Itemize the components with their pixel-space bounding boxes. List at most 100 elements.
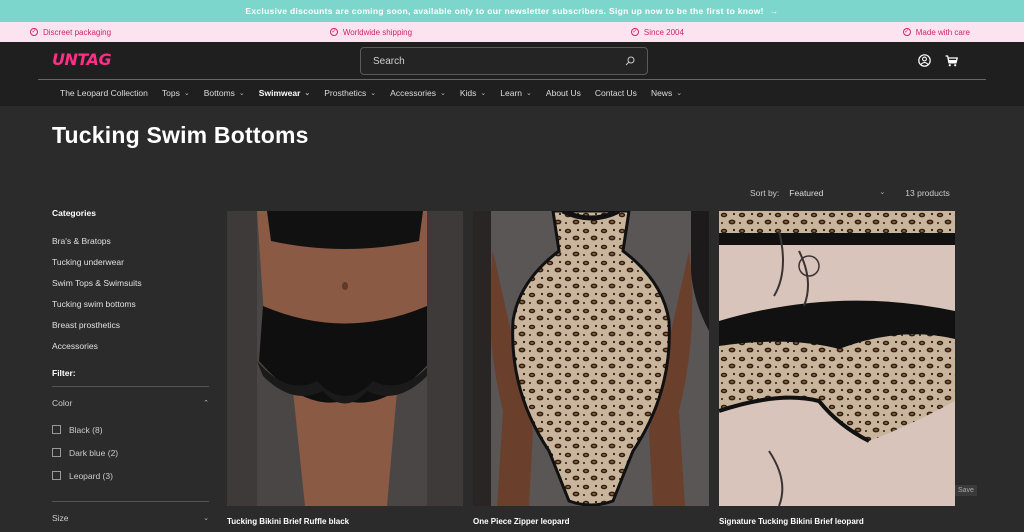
account-icon[interactable] [918,54,931,67]
nav-item-swimwear[interactable]: Swimwear ⌄ [259,88,310,98]
nav-item-label: Accessories [390,88,436,98]
chevron-down-icon: ⌄ [676,90,683,97]
nav-item-label: Tops [161,88,180,98]
product-card[interactable]: Tucking Bikini Brief Ruffle black [227,211,463,526]
chevron-down-icon: ⌄ [440,90,446,97]
chevron-down-icon: ⌄ [183,90,190,97]
site-header: UNTAG [0,42,1024,80]
product-grid: Tucking Bikini Brief Ruffle black One Pi… [227,211,955,526]
color-option[interactable]: Black (8) [52,418,209,441]
arrow-right-icon: → [769,6,779,16]
check-circle-icon: ✓ [902,28,911,36]
sort-label: Sort by: [750,188,780,198]
nav-item-learn[interactable]: Learn ⌄ [500,88,532,98]
nav-item-accessories[interactable]: Accessories ⌄ [390,88,446,98]
color-option-label: Dark blue (2) [69,447,119,458]
nav-item-label: News [650,88,673,98]
product-card[interactable]: Signature Tucking Bikini Brief leopard [719,211,955,526]
chevron-down-icon: ⌄ [879,189,886,196]
nav-item-bottoms[interactable]: Bottoms ⌄ [204,88,245,98]
chevron-down-icon: ⌄ [238,90,245,97]
product-photo-brief-leopard [719,211,955,506]
usp-bar: ✓ Discreet packaging ✓ Worldwide shipping … [0,22,1024,42]
sort-select[interactable]: Featured ⌄ [789,188,885,198]
usp-item: ✓ Worldwide shipping [329,27,413,37]
product-photo-ruffle [227,211,463,506]
usp-item: ✓ Since 2004 [630,27,684,37]
category-link[interactable]: Accessories [52,335,209,356]
nav-item-contact-us[interactable]: Contact Us [595,88,637,98]
chevron-down-icon: ⌄ [480,90,487,97]
color-option-label: Black (8) [69,424,103,435]
color-facet-title: Color [52,397,73,408]
nav-item-label: Bottoms [203,88,235,98]
announcement-bar[interactable]: Exclusive discounts are coming soon, ava… [0,0,1024,22]
chevron-down-icon: ⌄ [304,90,311,97]
checkbox[interactable] [52,471,61,480]
usp-label: Since 2004 [643,27,684,37]
product-title[interactable]: Signature Tucking Bikini Brief leopard [719,517,955,526]
search-box[interactable] [360,47,648,75]
usp-item: ✓ Discreet packaging [30,28,111,37]
nav-item-kids[interactable]: Kids ⌄ [460,88,486,98]
product-photo-one-piece [473,211,709,506]
nav-item-label: Contact Us [594,88,637,98]
usp-item: ✓ Made with care [902,27,970,37]
category-link[interactable]: Bra's & Bratops [52,230,209,251]
product-image[interactable] [719,211,955,506]
main-nav: The Leopard Collection Tops ⌄ Bottoms ⌄ Swimw… [0,80,1024,106]
nav-item-prosthetics[interactable]: Prosthetics ⌄ [324,88,376,98]
color-facet-toggle[interactable]: Color ⌃ [52,387,209,418]
check-circle-icon: ✓ [30,28,38,36]
search-input[interactable] [373,55,625,67]
category-link[interactable]: Tucking swim bottoms [52,293,209,314]
product-title[interactable]: One Piece Zipper leopard [473,517,709,526]
nav-item-news[interactable]: News ⌄ [651,88,682,98]
nav-item-label: Swimwear [258,88,301,98]
chevron-down-icon: ⌄ [526,90,532,97]
category-link[interactable]: Tucking underwear [52,251,209,272]
cart-icon[interactable] [945,54,958,67]
category-link[interactable]: Swim Tops & Swimsuits [52,272,209,293]
nav-item-label: Prosthetics [324,88,367,98]
chevron-up-icon: ⌃ [203,399,209,407]
save-badge: Save [955,485,977,496]
nav-item-the-leopard-collection[interactable]: The Leopard Collection [60,88,148,98]
color-option[interactable]: Leopard (3) [52,464,209,487]
filter-title: Filter: [52,368,76,378]
nav-item-label: Kids [459,88,477,98]
nav-item-label: About Us [545,88,581,98]
nav-item-about-us[interactable]: About Us [546,88,581,98]
logo[interactable]: UNTAG [52,50,112,69]
category-link[interactable]: Breast prosthetics [52,314,209,335]
search-icon[interactable] [625,56,635,66]
nav-item-label: Learn [500,88,523,98]
product-card[interactable]: One Piece Zipper leopard [473,211,709,526]
color-option[interactable]: Dark blue (2) [52,441,209,464]
check-circle-icon: ✓ [329,28,338,36]
sort-bar: Sort by: Featured ⌄ 13 products [750,188,950,198]
usp-label: Worldwide shipping [342,27,413,37]
product-count: 13 products [905,188,950,198]
product-image[interactable] [473,211,709,506]
categories-title: Categories [52,208,96,218]
nav-item-tops[interactable]: Tops ⌄ [162,88,190,98]
sort-value: Featured [789,188,824,198]
check-circle-icon: ✓ [630,28,639,36]
chevron-down-icon: ⌄ [370,90,377,97]
size-facet-toggle[interactable]: Size ⌄ [52,502,209,532]
checkbox[interactable] [52,448,61,457]
checkbox[interactable] [52,425,61,434]
page-title: Tucking Swim Bottoms [52,122,309,148]
usp-label: Made with care [915,27,970,37]
color-option-label: Leopard (3) [69,470,113,481]
announcement-text: Exclusive discounts are coming soon, ava… [245,6,764,16]
size-facet-title: Size [52,512,69,523]
nav-item-label: The Leopard Collection [60,88,148,98]
usp-label: Discreet packaging [43,27,112,37]
product-title[interactable]: Tucking Bikini Brief Ruffle black [227,517,463,526]
header-divider [38,79,986,80]
sidebar: Categories Bra's & Bratops Tucking under… [52,208,209,532]
product-image[interactable] [227,211,463,506]
chevron-down-icon: ⌄ [203,514,209,522]
